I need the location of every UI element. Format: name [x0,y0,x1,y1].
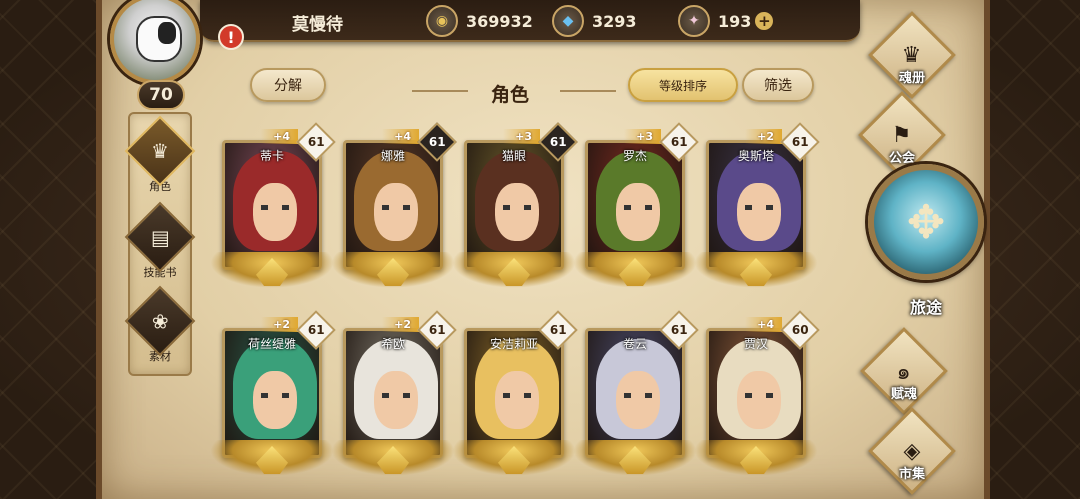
gold-coin-icon: ◉ [426,5,458,37]
filter-button[interactable]: 筛选 [742,68,814,102]
title-ornament-left [412,90,468,98]
hero-star-bonus: +4 [382,129,419,144]
hero-star-bonus: +2 [382,317,419,332]
hero-level: 61 [428,322,446,337]
avatar[interactable] [110,0,200,84]
category-sidebar: ♛ 角色 ▤ 技能书 ❀ 素材 [124,112,196,376]
hero-star-bonus: +4 [261,129,298,144]
hero-star-bonus: +3 [503,129,540,144]
hero-level: 61 [307,134,325,149]
hero-star-bonus: +3 [624,129,661,144]
level-sort-button[interactable]: 等级排序 [628,68,738,102]
gem-resource[interactable]: ✦ 193 + [678,4,774,38]
player-level-badge: 70 [137,80,185,110]
gem-value: 193 [718,11,752,31]
market-button[interactable]: ◈ 市集 [866,407,958,495]
hero-level: 61 [307,322,325,337]
blue-crystal-icon: ◆ [552,5,584,37]
pink-gem-icon: ✦ [678,5,710,37]
hero-portrait-frame: 猫眼 [464,140,564,270]
hero-portrait-frame: 安洁莉亚 [464,328,564,458]
hero-star-bonus: +2 [261,317,298,332]
journey-emblem-icon: ✥ [868,164,984,280]
hero-portrait-frame: 娜雅 [343,140,443,270]
hero-level: 61 [791,134,809,149]
hero-portrait-frame: 希欧 [343,328,443,458]
hero-card[interactable]: 荷丝缇雅 +2 61 [210,310,336,488]
hero-portrait-frame: 卷云 [585,328,685,458]
hero-portrait-frame: 罗杰 [585,140,685,270]
hero-level: 61 [549,322,567,337]
guild-button[interactable]: ⚑ 公会 [856,91,948,179]
talent-button[interactable]: ๑ 赋魂 [858,327,950,415]
hero-level: 61 [549,134,567,149]
soul-book-button[interactable]: ♛ 魂册 [866,11,958,99]
market-label: 市集 [898,467,925,482]
hero-card[interactable]: 卷云 61 [573,310,699,488]
alert-icon[interactable]: ! [218,24,244,50]
hero-portrait-frame: 奥斯塔 [706,140,806,270]
hero-card[interactable]: 娜雅 +4 61 [331,122,457,300]
hero-card[interactable]: 罗杰 +3 61 [573,122,699,300]
hero-portrait-frame: 荷丝缇雅 [222,328,322,458]
hero-level: 60 [791,322,809,337]
gold-value: 369932 [466,11,533,31]
hero-star-bonus: +2 [745,129,782,144]
sidebar-item-materials[interactable]: ❀ 素材 [124,285,196,368]
plus-icon[interactable]: + [755,12,774,30]
decompose-button[interactable]: 分解 [250,68,326,102]
hero-level: 61 [670,322,688,337]
talent-label: 赋魂 [890,387,917,402]
hero-card[interactable]: 蒂卡 +4 61 [210,122,336,300]
hero-card[interactable]: 猫眼 +3 61 [452,122,578,300]
hero-card[interactable]: 奥斯塔 +2 61 [694,122,820,300]
sidebar-item-characters[interactable]: ♛ 角色 [124,115,196,198]
hero-level: 61 [428,134,446,149]
crystal-value: 3293 [592,11,637,31]
gold-resource[interactable]: ◉ 369932 [426,4,533,38]
character-icon: ♛ [124,115,196,187]
soul-book-label: 魂册 [898,71,925,86]
hero-level: 61 [670,134,688,149]
crystal-resource[interactable]: ◆ 3293 [552,4,637,38]
player-name: 莫慢待 [292,15,343,35]
skill-book-icon: ▤ [124,201,196,273]
material-icon: ❀ [124,285,196,357]
hero-card[interactable]: 希欧 +2 61 [331,310,457,488]
hero-portrait-frame: 蒂卡 [222,140,322,270]
hero-card[interactable]: 安洁莉亚 61 [452,310,578,488]
journey-label: 旅途 [909,298,942,317]
hero-portrait-frame: 贾汉 [706,328,806,458]
journey-button[interactable]: ✥ 旅途 [868,164,984,317]
title-ornament-right [560,90,616,98]
hero-star-bonus: +4 [745,317,782,332]
sidebar-item-skill-books[interactable]: ▤ 技能书 [124,201,196,284]
page-title: 角色 [490,84,529,106]
hero-card[interactable]: 贾汉 +4 60 [694,310,820,488]
